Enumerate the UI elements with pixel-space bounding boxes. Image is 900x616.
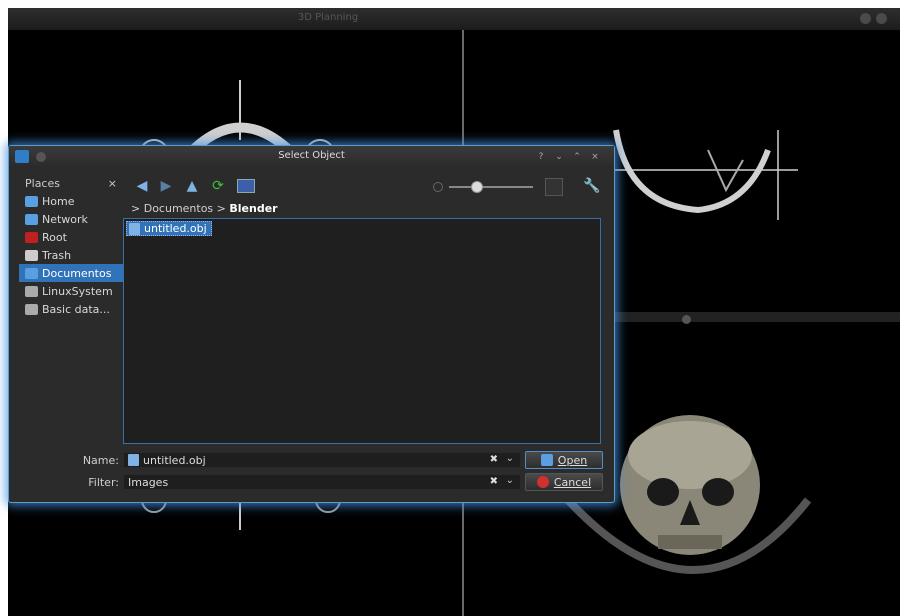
places-item[interactable]: Documentos: [19, 264, 123, 282]
places-title: Places: [25, 177, 60, 190]
places-item-label: Root: [42, 230, 67, 244]
help-icon[interactable]: ?: [535, 151, 547, 163]
app-title: 3D Planning: [297, 12, 359, 23]
places-item-label: Home: [42, 194, 75, 208]
breadcrumb-current[interactable]: Blender: [229, 202, 277, 215]
file-name: untitled.obj: [144, 222, 207, 235]
places-item-label: Trash: [42, 248, 72, 262]
close-icon[interactable]: ×: [589, 151, 601, 163]
dialog-title: Select Object: [278, 150, 345, 161]
minimize-icon[interactable]: [860, 13, 871, 24]
up-icon[interactable]: ▲: [183, 177, 201, 195]
name-value: untitled.obj: [143, 453, 206, 467]
skull-render: [647, 478, 679, 506]
places-item[interactable]: LinuxSystem: [19, 282, 123, 300]
back-icon[interactable]: ◀: [133, 177, 151, 195]
name-label: Name:: [82, 454, 119, 467]
file-list[interactable]: untitled.obj: [123, 218, 601, 444]
cancel-label: Cancel: [553, 475, 592, 489]
home-folder-icon: [25, 195, 38, 207]
breadcrumb-separator: >: [131, 202, 141, 215]
places-list: Home Network Root Trash Documentos LinuxSyste…: [19, 192, 123, 318]
breadcrumb-parent[interactable]: Documentos: [144, 202, 213, 215]
open-label: Open: [557, 453, 588, 467]
zoom-slider[interactable]: [449, 186, 533, 188]
breadcrumb: > Documentos > Blender: [131, 202, 278, 215]
drive-icon: [25, 303, 38, 315]
cancel-button[interactable]: Cancel: [525, 473, 603, 491]
file-icon: [128, 454, 139, 466]
reload-icon[interactable]: ⟳: [209, 177, 227, 195]
clear-text-icon[interactable]: ✖: [490, 454, 498, 465]
places-item-label: Documentos: [42, 266, 112, 280]
root-folder-icon: [25, 231, 38, 243]
places-header: Places ×: [19, 174, 123, 192]
skull-render: [628, 421, 752, 489]
app-titlebar: 3D Planning: [8, 8, 900, 30]
zoom-slider-handle[interactable]: [471, 181, 483, 193]
places-item-label: Basic data...: [42, 302, 110, 316]
filter-value: Images: [128, 475, 169, 489]
breadcrumb-separator: >: [216, 202, 226, 215]
documents-folder-icon: [25, 267, 38, 279]
zoom-out-icon[interactable]: [433, 182, 443, 192]
open-button[interactable]: Open: [525, 451, 603, 469]
places-item[interactable]: Trash: [19, 246, 123, 264]
places-item[interactable]: Root: [19, 228, 123, 246]
trash-icon: [25, 249, 38, 261]
minimize-icon[interactable]: ⌄: [553, 151, 565, 163]
dialog-titlebar[interactable]: Select Object ? ⌄ ⌃ ×: [9, 146, 614, 168]
new-folder-icon[interactable]: [237, 179, 255, 193]
skull-render: [702, 478, 734, 506]
file-item[interactable]: untitled.obj: [126, 221, 212, 236]
chevron-down-icon[interactable]: ⌄: [506, 453, 514, 464]
forward-icon[interactable]: ▶: [157, 177, 175, 195]
clear-text-icon[interactable]: ✖: [490, 476, 498, 487]
file-icon: [129, 222, 140, 235]
places-item[interactable]: Basic data...: [19, 300, 123, 318]
cancel-icon: [536, 476, 549, 488]
toolbar: ◀ ▶ ▲ ⟳ 🔧: [127, 176, 607, 198]
places-item-label: LinuxSystem: [42, 284, 113, 298]
places-panel: Places × Home Network Root Trash Documentos L…: [19, 174, 123, 464]
chevron-down-icon[interactable]: ⌄: [506, 475, 514, 486]
network-icon: [25, 213, 38, 225]
filter-field[interactable]: Images ✖ ⌄: [123, 474, 521, 490]
drive-icon: [25, 285, 38, 297]
options-wrench-icon[interactable]: 🔧: [583, 177, 601, 195]
close-icon[interactable]: [876, 13, 887, 24]
select-object-dialog: Select Object ? ⌄ ⌃ × Places × Home Netwo…: [8, 145, 615, 503]
places-item[interactable]: Network: [19, 210, 123, 228]
name-field[interactable]: untitled.obj ✖ ⌄: [123, 452, 521, 468]
open-icon: [540, 454, 553, 466]
maximize-icon[interactable]: ⌃: [571, 151, 583, 163]
places-item[interactable]: Home: [19, 192, 123, 210]
filter-label: Filter:: [88, 476, 119, 489]
zoom-in-icon[interactable]: [545, 178, 563, 196]
close-places-icon[interactable]: ×: [108, 177, 117, 192]
skull-render: [658, 535, 722, 549]
places-item-label: Network: [42, 212, 88, 226]
